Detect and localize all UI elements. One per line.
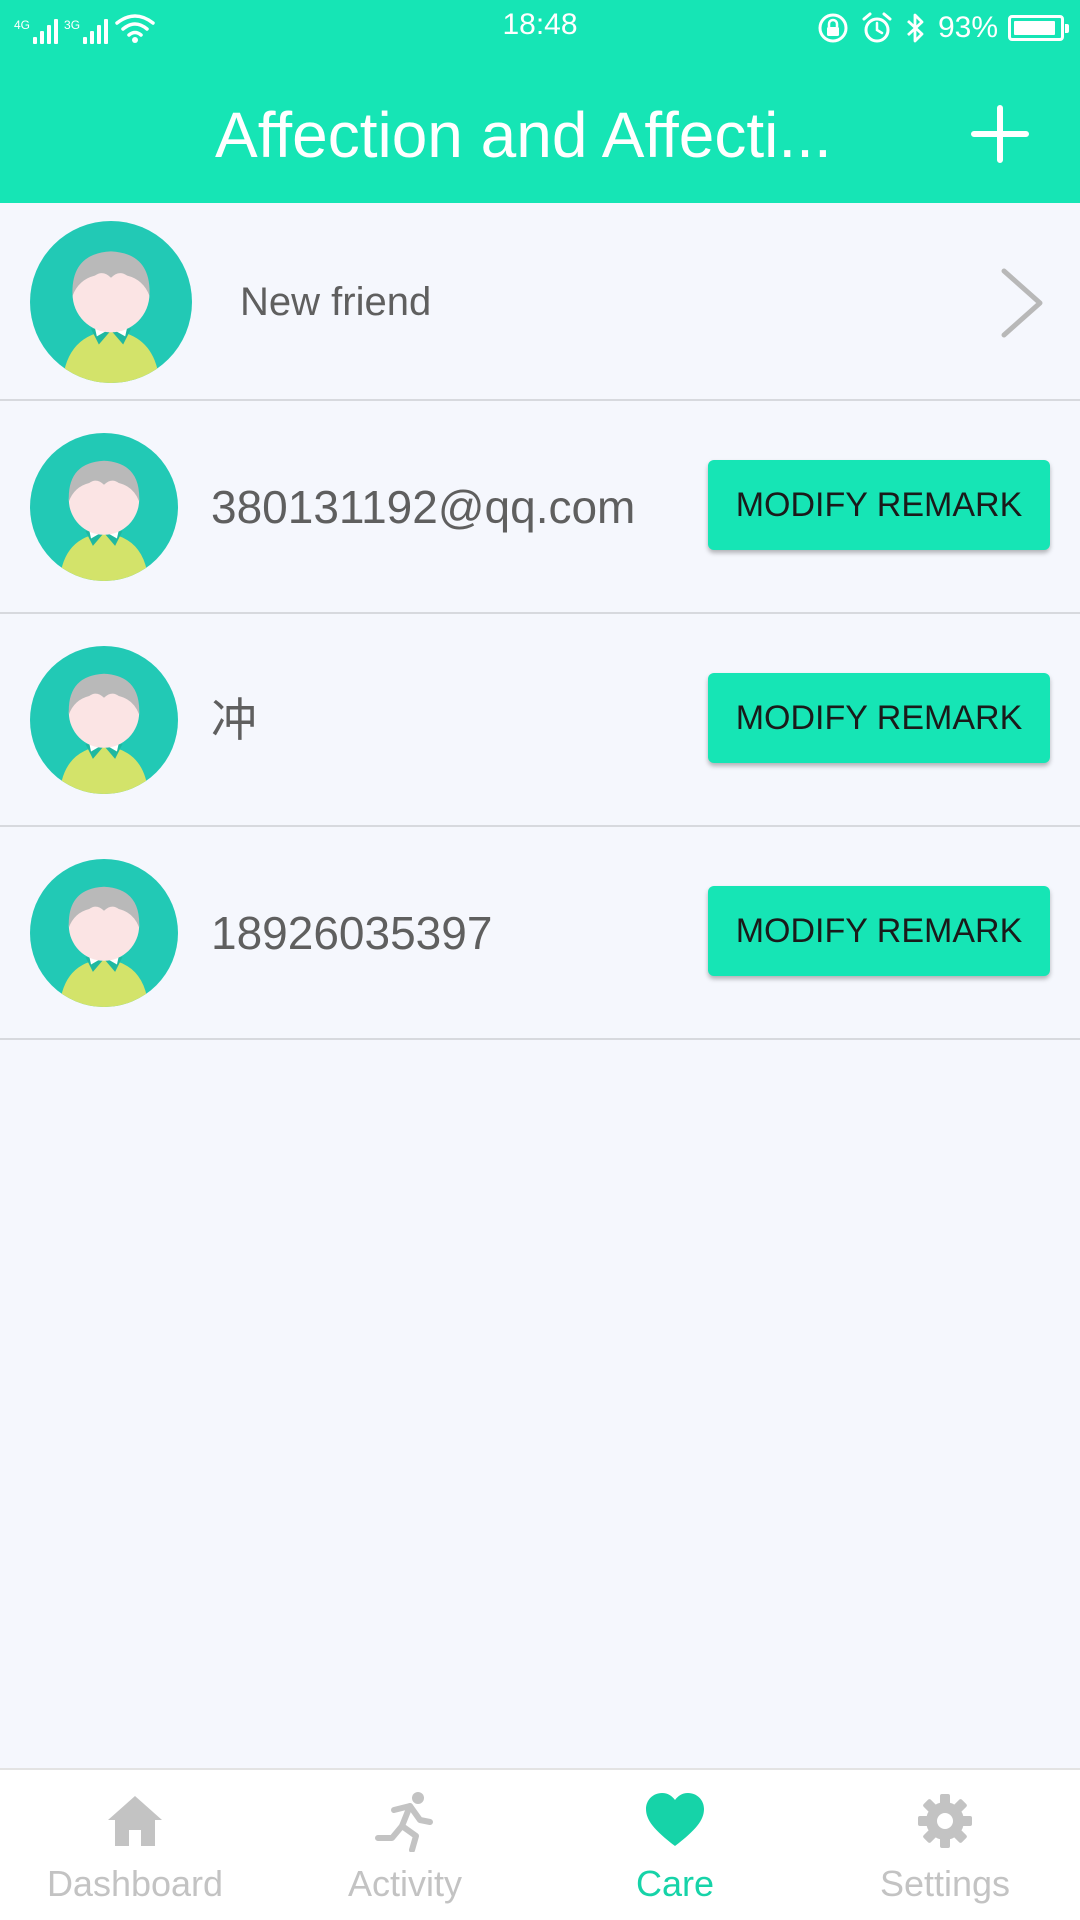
contact-row: 18926035397 MODIFY REMARK bbox=[0, 827, 1080, 1040]
avatar-icon bbox=[30, 859, 178, 1007]
add-button[interactable] bbox=[962, 96, 1038, 172]
page-title: Affection and Affecti... bbox=[215, 99, 832, 171]
contact-name: 18926035397 bbox=[211, 907, 493, 959]
avatar-icon bbox=[30, 221, 192, 383]
tab-label: Care bbox=[635, 1863, 715, 1904]
avatar-icon bbox=[30, 433, 178, 581]
new-friend-label: New friend bbox=[240, 280, 432, 324]
tab-label: Settings bbox=[879, 1863, 1011, 1904]
avatar-icon bbox=[30, 646, 178, 794]
rotation-lock-icon bbox=[818, 13, 848, 43]
running-icon bbox=[375, 1792, 433, 1852]
gear-icon bbox=[918, 1794, 972, 1848]
bottom-tab-bar: Dashboard Activity Care Settings bbox=[0, 1768, 1080, 1920]
contact-name: 380131192@qq.com bbox=[211, 481, 636, 533]
bluetooth-icon bbox=[907, 13, 924, 43]
battery-fill bbox=[1014, 21, 1055, 35]
modify-remark-button[interactable]: MODIFY REMARK bbox=[708, 460, 1050, 550]
contact-name: 冲 bbox=[211, 694, 257, 746]
app-header: 4G 3G 18:48 93% Affection and Affecti... bbox=[0, 0, 1080, 203]
battery-percent: 93% bbox=[937, 11, 998, 44]
modify-remark-button[interactable]: MODIFY REMARK bbox=[708, 673, 1050, 763]
contact-row: 380131192@qq.com MODIFY REMARK bbox=[0, 401, 1080, 614]
title-bar: Affection and Affecti... bbox=[0, 56, 1080, 203]
tab-care[interactable]: Care bbox=[540, 1770, 810, 1920]
modify-remark-button[interactable]: MODIFY REMARK bbox=[708, 886, 1050, 976]
tab-label: Dashboard bbox=[46, 1863, 224, 1904]
heart-icon bbox=[646, 1793, 704, 1846]
plus-icon bbox=[971, 105, 1029, 163]
contact-row: 冲 MODIFY REMARK bbox=[0, 614, 1080, 827]
home-icon bbox=[108, 1796, 162, 1846]
tab-settings[interactable]: Settings bbox=[810, 1770, 1080, 1920]
status-right: 93% bbox=[816, 8, 1069, 48]
chevron-right-icon bbox=[1001, 268, 1043, 338]
friend-list: New friend 380131192@qq.com MODIFY REMAR… bbox=[0, 203, 1080, 1040]
battery-icon bbox=[1008, 15, 1069, 41]
status-bar: 4G 3G 18:48 93% bbox=[0, 0, 1080, 56]
new-friend-row[interactable]: New friend bbox=[0, 203, 1080, 401]
tab-activity[interactable]: Activity bbox=[270, 1770, 540, 1920]
tab-dashboard[interactable]: Dashboard bbox=[0, 1770, 270, 1920]
tab-label: Activity bbox=[347, 1863, 462, 1904]
alarm-icon bbox=[862, 12, 892, 43]
